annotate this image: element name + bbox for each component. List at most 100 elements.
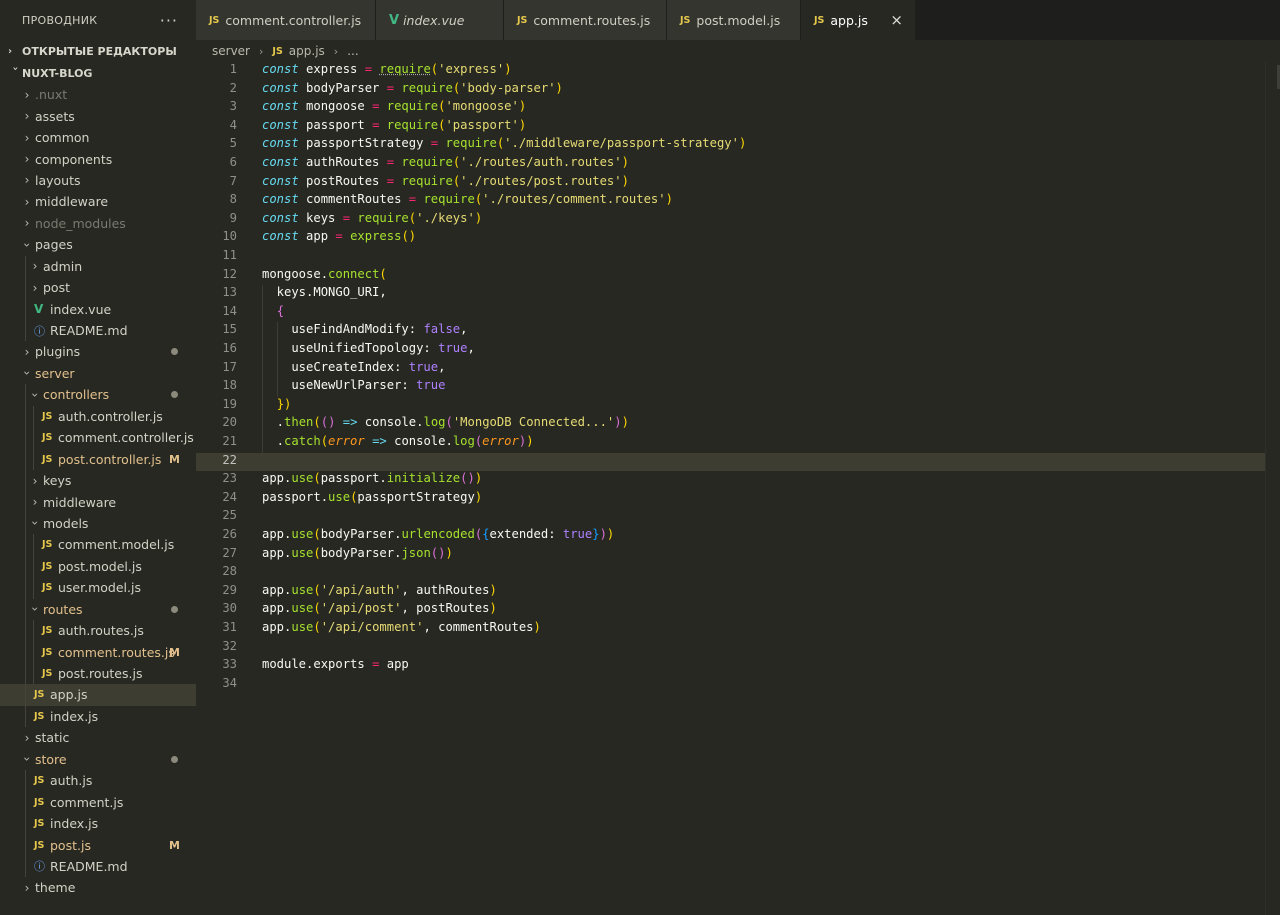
indent-guide (25, 684, 26, 706)
code-line[interactable]: 15 useFindAndModify: false, (196, 322, 1280, 341)
tree-file[interactable]: JS comment.model.js (0, 534, 196, 556)
code-line[interactable]: 24 passport.use(passportStrategy) (196, 490, 1280, 509)
code-line[interactable]: 25 (196, 508, 1280, 527)
close-icon[interactable]: × (890, 11, 903, 29)
tree-folder[interactable]: › post (0, 276, 196, 299)
tree-folder[interactable]: › node_modules (0, 213, 196, 234)
code-line[interactable]: 26 app.use(bodyParser.urlencoded({extende… (196, 527, 1280, 546)
tree-file[interactable]: JS post.controller.js M (0, 448, 196, 470)
code-line[interactable]: 32 (196, 639, 1280, 658)
tree-folder[interactable]: › assets (0, 105, 196, 126)
tab-comment-routes-js[interactable]: JS comment.routes.js (504, 0, 667, 40)
line-number: 16 (222, 341, 237, 355)
chevron-right-icon: › (333, 44, 339, 58)
code-line[interactable]: 31 app.use('/api/comment', commentRoutes) (196, 620, 1280, 639)
code-line[interactable]: 2 const bodyParser = require('body-parser… (196, 81, 1280, 100)
tree-folder[interactable]: › routes (0, 598, 196, 620)
code-editor[interactable]: 1 const express = require('express') 2 cons… (196, 62, 1280, 915)
tree-file[interactable]: JS post.model.js (0, 555, 196, 578)
tab-app-js[interactable]: JS app.js × (801, 0, 916, 40)
tree-file[interactable]: JS index.js (0, 705, 196, 728)
code-line[interactable]: 11 (196, 248, 1280, 267)
tree-folder[interactable]: › store (0, 749, 196, 770)
breadcrumb-more[interactable]: ... (347, 44, 358, 58)
code-line[interactable]: 3 const mongoose = require('mongoose') (196, 99, 1280, 118)
git-modified-badge: M (169, 645, 180, 659)
breadcrumb-file[interactable]: app.js (289, 44, 325, 58)
code-line[interactable]: 22 (196, 452, 1280, 472)
tree-folder[interactable]: › theme (0, 877, 196, 898)
tree-file[interactable]: ⓘ README.md (0, 855, 196, 878)
tree-folder[interactable]: › middleware (0, 191, 196, 212)
code-line[interactable]: 28 (196, 564, 1280, 583)
tree-folder[interactable]: › controllers (0, 384, 196, 406)
indent-guide (25, 834, 26, 856)
tree-folder[interactable]: › plugins (0, 341, 196, 362)
tab-comment-controller-js[interactable]: JS comment.controller.js (196, 0, 376, 40)
tab-index-vue[interactable]: Vindex.vue (376, 0, 504, 40)
code-text: app.use(bodyParser.json()) (262, 545, 453, 560)
code-line[interactable]: 23 app.use(passport.initialize()) (196, 471, 1280, 490)
code-line[interactable]: 19 }) (196, 397, 1280, 416)
code-line[interactable]: 5 const passportStrategy = require('./mid… (196, 136, 1280, 155)
tree-file[interactable]: JS post.routes.js (0, 662, 196, 685)
indent-guide (25, 512, 26, 535)
tree-folder[interactable]: › admin (0, 255, 196, 277)
line-number: 18 (222, 378, 237, 393)
tree-file[interactable]: JS comment.routes.js M (0, 641, 196, 663)
code-line[interactable]: 10 const app = express() (196, 229, 1280, 248)
tree-folder[interactable]: › static (0, 727, 196, 748)
tree-file[interactable]: JS app.js (0, 684, 196, 706)
tab-post-model-js[interactable]: JS post.model.js (667, 0, 801, 40)
ellipsis-icon[interactable]: ··· (160, 11, 178, 30)
open-editors-section[interactable]: › ОТКРЫТЫЕ РЕДАКТОРЫ (0, 40, 196, 62)
tree-file[interactable]: ⓘ README.md (0, 319, 196, 342)
indent-guide (25, 662, 26, 685)
code-line[interactable]: 29 app.use('/api/auth', authRoutes) (196, 583, 1280, 602)
breadcrumb-folder[interactable]: server (212, 44, 250, 58)
vertical-scrollbar[interactable] (1265, 62, 1280, 915)
code-line[interactable]: 16 useUnifiedTopology: true, (196, 341, 1280, 360)
code-line[interactable]: 33 module.exports = app (196, 657, 1280, 676)
code-line[interactable]: 14 { (196, 304, 1280, 323)
code-line[interactable]: 20 .then(() => console.log('MongoDB Conn… (196, 415, 1280, 434)
tree-folder[interactable]: › .nuxt (0, 84, 196, 105)
tree-folder[interactable]: › common (0, 127, 196, 148)
line-number: 25 (222, 508, 237, 523)
code-line[interactable]: 7 const postRoutes = require('./routes/po… (196, 174, 1280, 193)
code-line[interactable]: 6 const authRoutes = require('./routes/au… (196, 155, 1280, 174)
code-line[interactable]: 8 const commentRoutes = require('./routes… (196, 192, 1280, 211)
tree-file[interactable]: JS post.js M (0, 834, 196, 856)
tree-folder[interactable]: › models (0, 512, 196, 535)
code-line[interactable]: 30 app.use('/api/post', postRoutes) (196, 601, 1280, 620)
tree-file[interactable]: JS comment.js (0, 791, 196, 813)
js-icon: JS (272, 45, 283, 57)
tree-file[interactable]: JS auth.js (0, 770, 196, 792)
indent-guide (25, 319, 26, 342)
tree-folder[interactable]: › layouts (0, 170, 196, 191)
tree-folder[interactable]: › components (0, 148, 196, 169)
tab-label: app.js (830, 12, 868, 28)
chevron-right-icon: › (24, 730, 30, 745)
code-line[interactable]: 1 const express = require('express') (196, 62, 1280, 81)
code-line[interactable]: 17 useCreateIndex: true, (196, 360, 1280, 379)
tree-folder[interactable]: › keys (0, 469, 196, 492)
code-line[interactable]: 21 .catch(error => console.log(error)) (196, 434, 1280, 453)
tree-file[interactable]: JS auth.controller.js (0, 405, 196, 427)
project-section[interactable]: › NUXT-BLOG (0, 62, 196, 84)
code-line[interactable]: 18 useNewUrlParser: true (196, 378, 1280, 397)
tree-file[interactable]: JS auth.routes.js (0, 619, 196, 642)
tree-folder[interactable]: › pages (0, 234, 196, 255)
tree-file[interactable]: JS index.js (0, 812, 196, 835)
tree-file[interactable]: JS comment.controller.js (0, 427, 196, 449)
tree-folder[interactable]: › middleware (0, 491, 196, 513)
code-line[interactable]: 4 const passport = require('passport') (196, 118, 1280, 137)
code-line[interactable]: 27 app.use(bodyParser.json()) (196, 546, 1280, 565)
tree-file[interactable]: Vindex.vue (0, 298, 196, 320)
tree-file[interactable]: JS user.model.js (0, 577, 196, 599)
code-line[interactable]: 9 const keys = require('./keys') (196, 211, 1280, 230)
code-line[interactable]: 13 keys.MONGO_URI, (196, 285, 1280, 304)
tree-folder[interactable]: › server (0, 363, 196, 384)
code-line[interactable]: 34 (196, 676, 1280, 695)
code-line[interactable]: 12 mongoose.connect( (196, 267, 1280, 286)
